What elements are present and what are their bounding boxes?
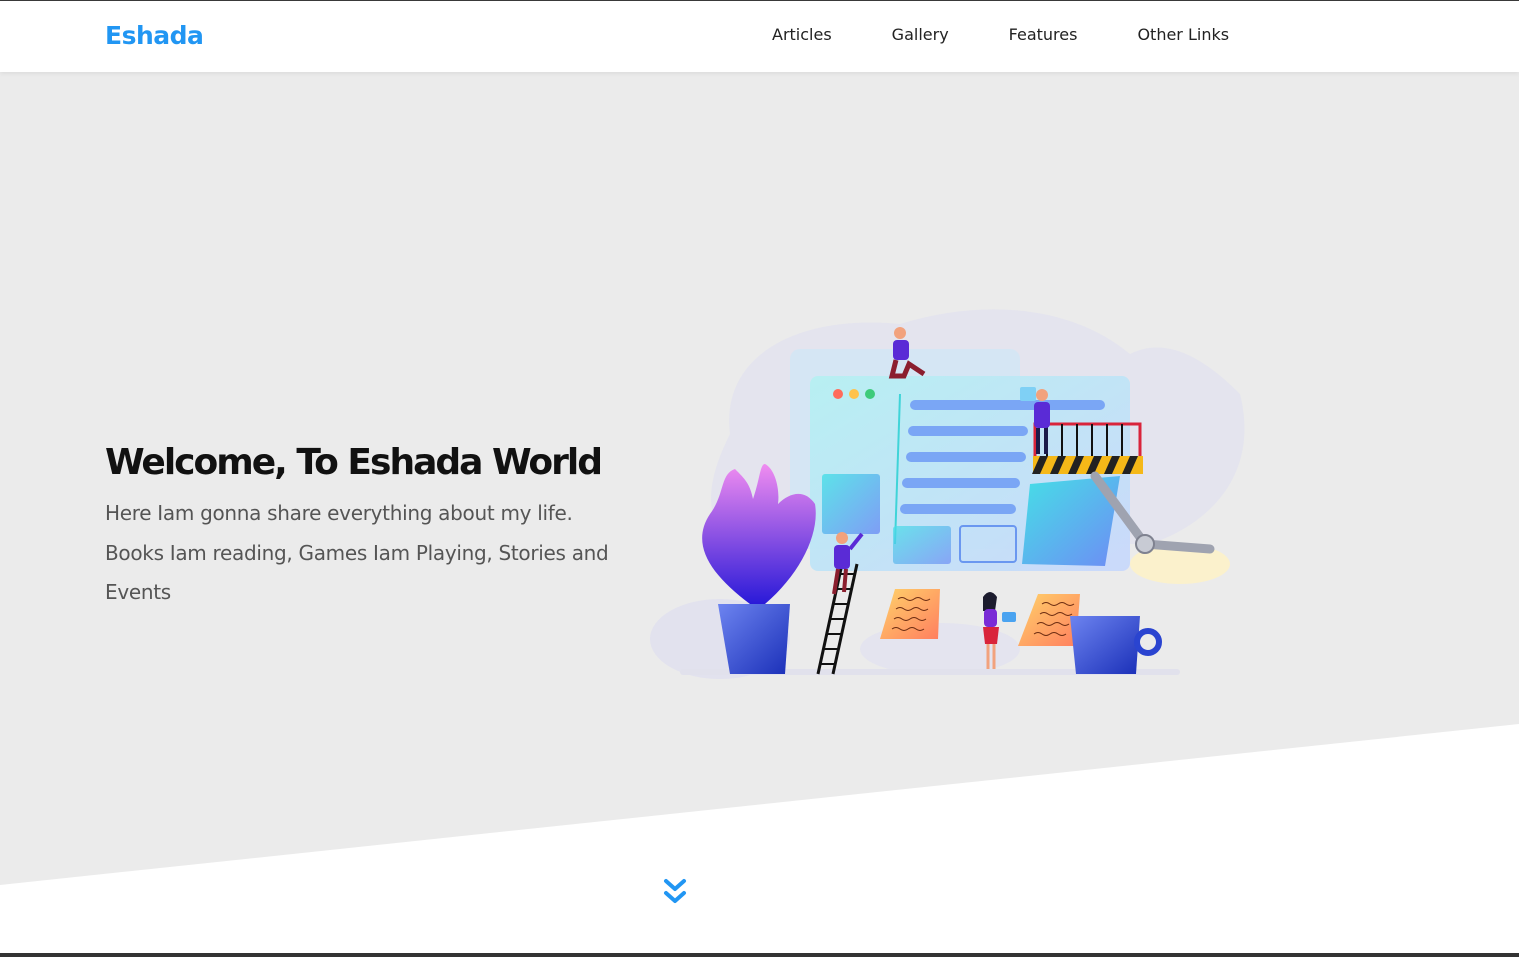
website-builders-illustration: [650, 309, 1245, 679]
nav-item-gallery[interactable]: Gallery: [892, 25, 949, 44]
navbar: Eshada Articles Gallery Features Other L…: [0, 1, 1519, 72]
hero-section: Welcome, To Eshada World Here Iam gonna …: [0, 72, 1519, 885]
brand-logo[interactable]: Eshada: [105, 21, 204, 50]
nav-item-articles[interactable]: Articles: [772, 25, 832, 44]
hero-text: Here Iam gonna share everything about my…: [105, 501, 609, 604]
nav-item-features[interactable]: Features: [1009, 25, 1078, 44]
hero-title: Welcome, To Eshada World: [105, 442, 603, 483]
nav-links: Articles Gallery Features Other Links: [772, 25, 1289, 44]
double-chevron-down-icon[interactable]: [660, 876, 690, 910]
nav-item-other-links[interactable]: Other Links: [1137, 25, 1229, 44]
bottom-edge: [0, 953, 1519, 957]
